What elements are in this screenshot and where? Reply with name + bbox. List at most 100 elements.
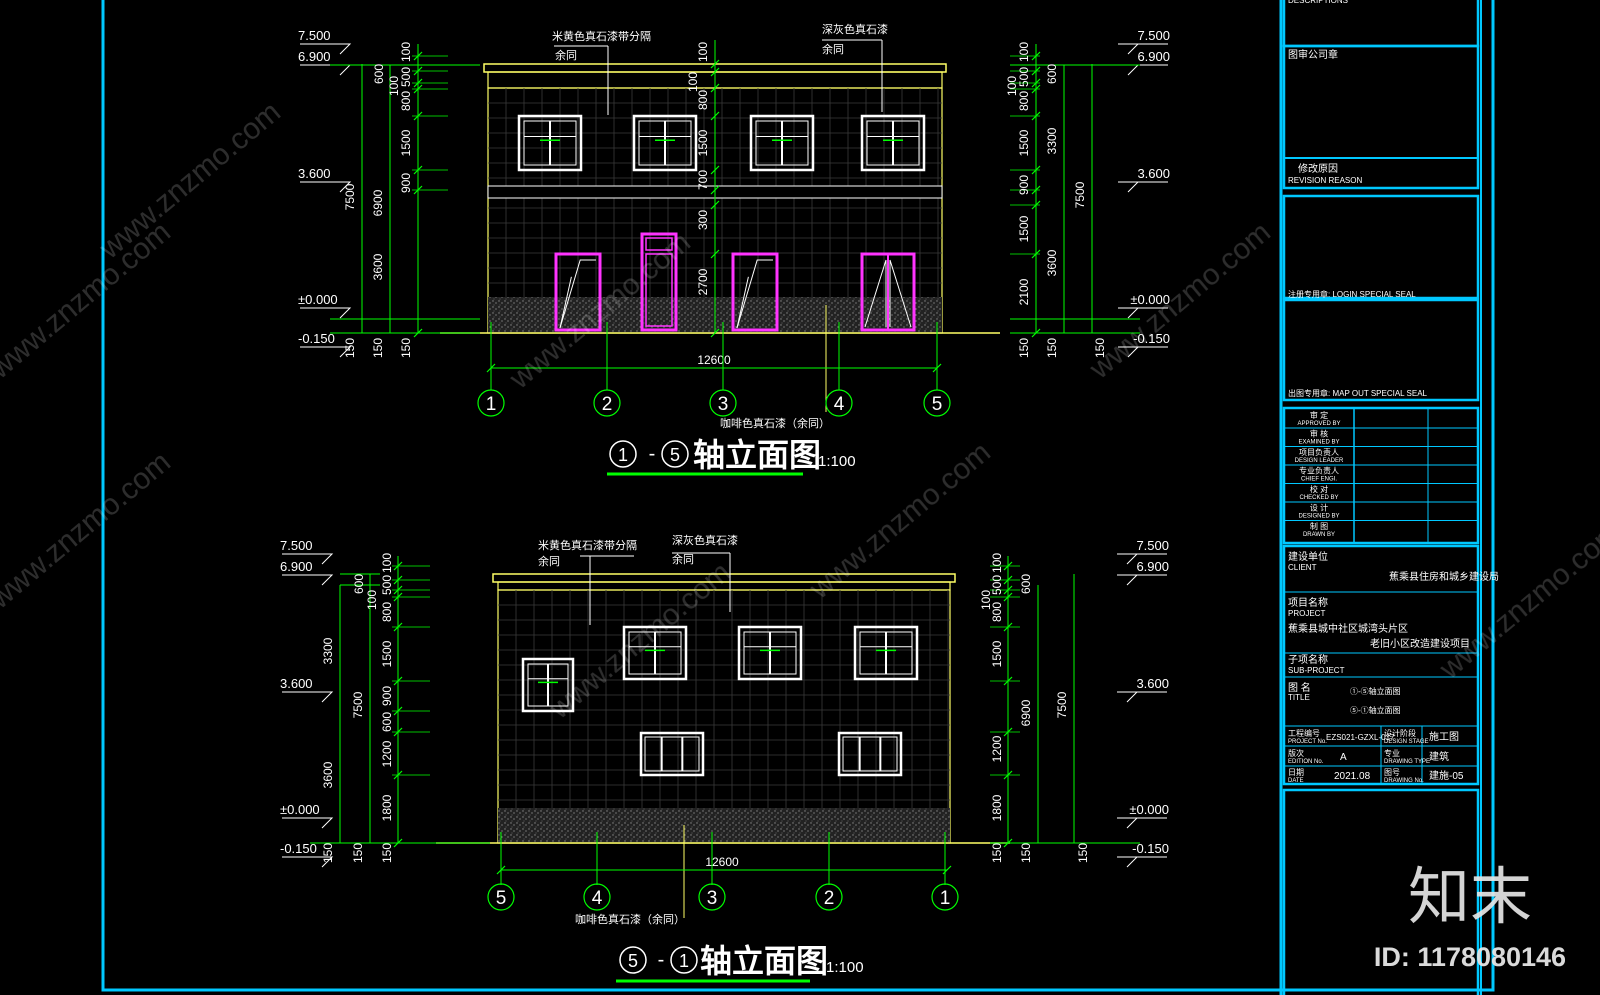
dim-center: 700 bbox=[696, 170, 710, 190]
dim-left-mid: 3300 bbox=[321, 637, 335, 664]
tb-edition-label: 版次 bbox=[1288, 748, 1304, 758]
watermark-id: ID: 1178080146 bbox=[1374, 942, 1566, 972]
tb-date-en: DATE bbox=[1288, 778, 1304, 784]
axis-label: 5 bbox=[932, 394, 943, 415]
tb-dwg-value: 建施-05 bbox=[1429, 769, 1464, 782]
tb-signoff-en: DESIGNED BY bbox=[1298, 514, 1339, 520]
window-inner bbox=[842, 736, 898, 772]
tb-signoff-cn: 审 核 bbox=[1310, 429, 1328, 439]
watermark-site: www.znzmo.com bbox=[543, 555, 737, 726]
level-left: ±0.000 bbox=[298, 292, 338, 307]
dim-right-inner: 1500 bbox=[990, 640, 1004, 667]
tb-descriptions bbox=[1282, 0, 1480, 48]
elevation-1-5: 10010080015007003002700米黄色真石漆带分隔余同深灰色真石漆… bbox=[298, 22, 1170, 476]
dim-right-inner: 600 bbox=[1045, 64, 1059, 84]
level-triangle bbox=[330, 43, 352, 55]
tb-stage-en: DESIGN STAGE bbox=[1384, 739, 1429, 745]
callout-2-title: 深灰色真石漆 bbox=[672, 533, 738, 547]
level-triangle bbox=[1117, 691, 1139, 703]
dim-left-outer: 7500 bbox=[343, 183, 357, 210]
level-triangle bbox=[330, 307, 352, 319]
dim-left-inner: 100 bbox=[380, 553, 394, 573]
level-triangle bbox=[1117, 553, 1139, 565]
dim-right-inner: 800 bbox=[1017, 91, 1031, 111]
dim-right-inner: 900 bbox=[1017, 175, 1031, 195]
callout-2-title: 深灰色真石漆 bbox=[822, 22, 888, 36]
title-dash: - bbox=[649, 443, 656, 465]
axis-label: 4 bbox=[592, 888, 603, 909]
callout-2-sub: 余同 bbox=[672, 552, 694, 566]
dim-left-bottom: 150 bbox=[380, 843, 394, 863]
tb-signoff-cn: 制 图 bbox=[1310, 521, 1328, 531]
tb-drawing-stamp: 图审公司章 bbox=[1288, 48, 1338, 61]
dim-right-inner: 500 bbox=[1017, 67, 1031, 87]
dim-center: 2700 bbox=[696, 268, 710, 295]
level-right: 6.900 bbox=[1137, 49, 1170, 64]
tb-signoff-cn: 校 对 bbox=[1310, 484, 1328, 494]
axis-label: 3 bbox=[718, 394, 729, 415]
tb-sub-cn: 子项名称 bbox=[1288, 653, 1328, 666]
dim-right-bottom: 150 bbox=[1017, 338, 1031, 358]
watermark-logo: 知末 ID: 1178080146 bbox=[1374, 860, 1566, 972]
tb-client-value: 蕉乘县住房和城乡建设局 bbox=[1389, 570, 1499, 583]
dim-left-bottom: 150 bbox=[399, 338, 413, 358]
level-triangle bbox=[312, 553, 334, 565]
tb-type-en: DRAWING TYPE bbox=[1384, 759, 1430, 765]
dim-left-inner: 600 bbox=[372, 64, 386, 84]
dim-right-bottom: 150 bbox=[990, 843, 1004, 863]
tb-project-cn: 项目名称 bbox=[1288, 596, 1328, 609]
level-right: 3.600 bbox=[1136, 676, 1169, 691]
dim-left-inner: 500 bbox=[399, 67, 413, 87]
level-triangle bbox=[1117, 574, 1139, 586]
dim-left-inner: 800 bbox=[380, 602, 394, 622]
dim-left-inner: 900 bbox=[399, 173, 413, 193]
dim-right-outer: 7500 bbox=[1073, 181, 1087, 208]
tb-map-seal: 出图专用章: MAP OUT SPECIAL SEAL bbox=[1288, 388, 1428, 398]
dim-right-inner: 1500 bbox=[1017, 215, 1031, 242]
level-triangle bbox=[1118, 64, 1140, 76]
level-triangle bbox=[1117, 817, 1139, 829]
dim-right-inner: 600 bbox=[1019, 574, 1033, 594]
title-block: DESCRIPTIONS 图审公司章修改原因REVISION REASON 注册专用… bbox=[1282, 0, 1499, 995]
dim-right-inner: 100 bbox=[1017, 42, 1031, 62]
dim-right-inner: 100 bbox=[990, 553, 1004, 573]
callout-1-sub: 余同 bbox=[555, 48, 577, 62]
dim-right-inner: 800 bbox=[990, 602, 1004, 622]
callout-1-title: 米黄色真石漆带分隔 bbox=[538, 538, 637, 552]
level-right: ±0.000 bbox=[1129, 802, 1169, 817]
level-left: ±0.000 bbox=[280, 802, 320, 817]
level-right: 7.500 bbox=[1136, 538, 1169, 553]
elevation-drawing-sheet: 10010080015007003002700米黄色真石漆带分隔余同深灰色真石漆… bbox=[0, 0, 1600, 995]
level-triangle bbox=[1118, 181, 1140, 193]
tb-signoff-en: APPROVED BY bbox=[1297, 421, 1340, 427]
dim-right-inner: 2100 bbox=[1017, 278, 1031, 305]
watermark-site: www.znzmo.com bbox=[1433, 515, 1600, 686]
watermark-site: www.znzmo.com bbox=[0, 445, 177, 616]
tb-projno-en: PROJECT No. bbox=[1288, 739, 1327, 745]
title-axis-a: 5 bbox=[628, 951, 638, 971]
tb-descriptions-label: DESCRIPTIONS bbox=[1288, 0, 1348, 5]
level-left: -0.150 bbox=[298, 331, 335, 346]
window-inner bbox=[644, 736, 700, 772]
axis-label: 2 bbox=[824, 888, 835, 909]
level-triangle bbox=[1117, 856, 1139, 868]
dim-center: 800 bbox=[696, 90, 710, 110]
tb-signoff-en: EXAMINED BY bbox=[1298, 440, 1339, 446]
dim-right-inner: 1500 bbox=[1017, 129, 1031, 156]
total-dim: 12600 bbox=[705, 855, 739, 869]
level-left: 7.500 bbox=[298, 28, 331, 43]
title-dash: - bbox=[658, 949, 665, 971]
dim-right-inner: 1200 bbox=[990, 735, 1004, 762]
total-dim: 12600 bbox=[697, 353, 731, 367]
dim-left-inner: 1500 bbox=[399, 129, 413, 156]
level-triangle bbox=[330, 64, 352, 76]
callout-2-sub: 余同 bbox=[822, 42, 844, 56]
tb-edition-en: EDITION No. bbox=[1288, 759, 1324, 765]
dim-right-bottom: 150 bbox=[1019, 843, 1033, 863]
dim-left-bottom: 150 bbox=[321, 843, 335, 863]
base-callout: 咖啡色真石漆（余同） bbox=[720, 416, 830, 430]
watermark-site: www.znzmo.com bbox=[0, 215, 177, 386]
dim-right-inner: 1800 bbox=[990, 794, 1004, 821]
tb-title-value-1: ①-⑤轴立面图 bbox=[1350, 686, 1401, 696]
dim-left-inner: 1200 bbox=[380, 740, 394, 767]
